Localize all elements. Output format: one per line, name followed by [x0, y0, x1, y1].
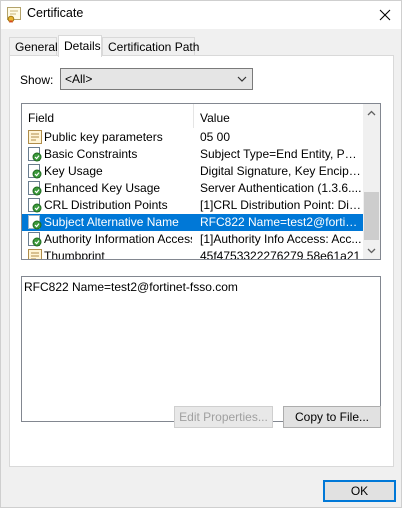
copy-to-file-button[interactable]: Copy to File...: [283, 406, 381, 428]
certificate-extension-icon: [28, 198, 42, 213]
title-bar: Certificate: [1, 1, 401, 29]
show-label: Show:: [20, 73, 54, 87]
list-row-subject-alternative-name[interactable]: Subject Alternative Name RFC822 Name=tes…: [22, 214, 364, 231]
detail-text: RFC822 Name=test2@fortinet-fsso.com: [24, 280, 238, 294]
scroll-down-icon[interactable]: [363, 242, 380, 259]
list-row-public-key-parameters[interactable]: Public key parameters 05 00: [22, 129, 364, 146]
show-select[interactable]: <All>: [60, 68, 253, 90]
edit-properties-button[interactable]: Edit Properties...: [174, 406, 273, 428]
certificate-field-icon: [28, 249, 42, 259]
row-value: [1]Authority Info Access: Acc...: [200, 232, 362, 246]
close-icon: [379, 9, 391, 21]
row-value: Subject Type=End Entity, Pat...: [200, 147, 363, 161]
list-row-basic-constraints[interactable]: Basic Constraints Subject Type=End Entit…: [22, 146, 364, 163]
row-value: 45f4753322276279 58e61a21: [200, 249, 361, 260]
list-row-key-usage[interactable]: Key Usage Digital Signature, Key Enciphe…: [22, 163, 364, 180]
list-scrollbar[interactable]: [363, 104, 380, 259]
certificate-extension-icon: [28, 164, 42, 179]
details-panel: Show: <All> Field Value Public key param…: [9, 55, 394, 467]
certificate-dialog: Certificate General Details Certificatio…: [0, 0, 402, 508]
row-field: Basic Constraints: [44, 147, 138, 161]
column-header-value[interactable]: Value: [194, 104, 364, 128]
row-field: Thumbprint: [44, 249, 105, 260]
list-row-crl-distribution-points[interactable]: CRL Distribution Points [1]CRL Distribut…: [22, 197, 364, 214]
tab-certification-path[interactable]: Certification Path: [102, 37, 199, 56]
list-row-enhanced-key-usage[interactable]: Enhanced Key Usage Server Authentication…: [22, 180, 364, 197]
certificate-extension-icon: [28, 147, 42, 162]
row-field: CRL Distribution Points: [44, 198, 168, 212]
field-detail-textbox[interactable]: RFC822 Name=test2@fortinet-fsso.com: [21, 276, 381, 422]
chevron-down-icon: [237, 73, 247, 87]
row-value: [1]CRL Distribution Point: Distr...: [200, 198, 363, 212]
row-field: Public key parameters: [44, 130, 163, 144]
scrollbar-thumb[interactable]: [364, 192, 379, 240]
certificate-icon: [7, 7, 21, 23]
list-header: Field Value: [22, 104, 364, 128]
row-value: Digital Signature, Key Encipher...: [200, 164, 363, 178]
certificate-extension-icon: [28, 181, 42, 196]
row-field: Key Usage: [44, 164, 103, 178]
certificate-extension-icon: [28, 215, 42, 230]
list-row-thumbprint[interactable]: Thumbprint 45f4753322276279 58e61a21: [22, 248, 364, 260]
field-list[interactable]: Field Value Public key parameters 05 00 …: [21, 103, 381, 260]
certificate-field-icon: [28, 130, 42, 145]
tab-details[interactable]: Details: [58, 35, 102, 57]
ok-button[interactable]: OK: [323, 480, 396, 502]
tab-general[interactable]: General: [9, 37, 58, 56]
row-field: Authority Information Access: [44, 232, 192, 246]
row-field: Enhanced Key Usage: [44, 181, 161, 195]
show-selected-value: <All>: [65, 72, 93, 86]
row-value: 05 00: [200, 130, 231, 144]
scroll-up-icon[interactable]: [363, 104, 380, 121]
list-row-authority-information-access[interactable]: Authority Information Access [1]Authorit…: [22, 231, 364, 248]
close-button[interactable]: [369, 1, 401, 29]
column-header-field[interactable]: Field: [22, 104, 193, 128]
window-title: Certificate: [27, 6, 84, 20]
row-value: Server Authentication (1.3.6....: [200, 181, 362, 195]
row-field: Subject Alternative Name: [44, 215, 179, 229]
row-value: RFC822 Name=test2@fortinet...: [200, 215, 363, 229]
certificate-extension-icon: [28, 232, 42, 247]
